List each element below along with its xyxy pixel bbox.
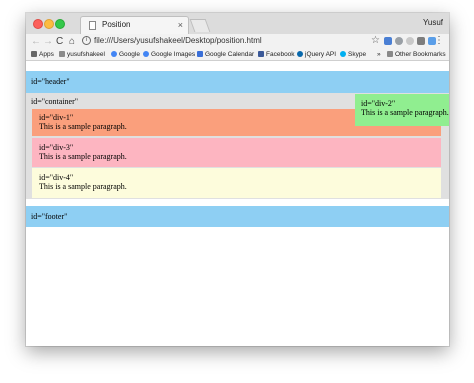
bookmark-jquery-api[interactable]: jQuery API	[297, 50, 336, 59]
div-2-block: id="div-2" This is a sample paragraph.	[355, 94, 449, 126]
minimize-window-button[interactable]	[44, 19, 54, 29]
bookmark-label: Google Calendar	[205, 51, 255, 58]
home-icon[interactable]: ⌂	[69, 35, 75, 48]
folder-icon	[387, 51, 393, 57]
bookmark-label: Google Images	[151, 51, 196, 58]
address-url[interactable]: file:///Users/yusufshakeel/Desktop/posit…	[94, 35, 262, 47]
browser-window: Position × Yusuf ← → C ⌂ i file:///Users…	[26, 13, 449, 346]
page-viewport: id="header" id="container" id="div-1" Th…	[26, 61, 449, 346]
bookmark-star-icon[interactable]: ☆	[371, 34, 380, 47]
bookmark-google[interactable]: Google	[111, 50, 140, 59]
skype-icon	[340, 51, 346, 57]
bookmarks-overflow-button[interactable]: »	[377, 50, 381, 59]
bookmark-facebook[interactable]: Facebook	[258, 50, 295, 59]
calendar-icon	[197, 51, 203, 57]
extension-icon[interactable]	[406, 37, 414, 45]
div-3-paragraph: This is a sample paragraph.	[39, 152, 127, 161]
bookmark-label: Other Bookmarks	[395, 51, 446, 58]
tab-position[interactable]: Position ×	[80, 16, 189, 34]
footer-block: id="footer"	[26, 206, 449, 227]
profile-name[interactable]: Yusuf	[423, 18, 443, 27]
header-block: id="header"	[26, 71, 449, 93]
extension-icon[interactable]	[395, 37, 403, 45]
back-arrow-icon[interactable]: ←	[31, 35, 41, 48]
container-label: id="container"	[31, 97, 79, 106]
bookmark-skype[interactable]: Skype	[340, 50, 366, 59]
google-icon	[111, 51, 117, 57]
bookmark-label: jQuery API	[305, 51, 337, 58]
extension-icon[interactable]	[384, 37, 392, 45]
facebook-icon	[258, 51, 264, 57]
new-tab-button[interactable]	[189, 19, 211, 32]
jquery-icon	[297, 51, 303, 57]
chrome-menu-icon[interactable]: ⋮	[434, 34, 444, 47]
div-3-block: id="div-3" This is a sample paragraph.	[32, 138, 441, 167]
bookmark-google-calendar[interactable]: Google Calendar	[197, 50, 254, 59]
folder-icon	[59, 51, 65, 57]
apps-grid-icon	[31, 51, 37, 57]
bookmark-google-images[interactable]: Google Images	[143, 50, 195, 59]
tab-close-icon[interactable]: ×	[178, 19, 183, 31]
bookmark-apps[interactable]: Apps	[31, 50, 54, 59]
bookmarks-bar: Apps yusufshakeel Google Google Images G…	[26, 49, 449, 61]
tab-strip: Position × Yusuf	[26, 13, 449, 35]
div-1-paragraph: This is a sample paragraph.	[39, 122, 127, 131]
bookmark-yusufshakeel[interactable]: yusufshakeel	[59, 50, 105, 59]
reload-icon[interactable]: C	[56, 35, 63, 48]
bookmark-label: Skype	[348, 51, 367, 58]
page-icon	[89, 21, 96, 30]
forward-arrow-icon[interactable]: →	[43, 35, 53, 48]
close-window-button[interactable]	[33, 19, 43, 29]
google-icon	[143, 51, 149, 57]
browser-toolbar: ← → C ⌂ i file:///Users/yusufshakeel/Des…	[26, 34, 449, 49]
bookmark-label: Google	[119, 51, 140, 58]
bookmark-other-bookmarks[interactable]: Other Bookmarks	[387, 50, 446, 59]
footer-label: id="footer"	[31, 212, 68, 221]
div-2-paragraph: This is a sample paragraph.	[361, 108, 449, 117]
extension-icon[interactable]	[417, 37, 425, 45]
div-4-block: id="div-4" This is a sample paragraph.	[32, 168, 441, 198]
address-bar[interactable]: i file:///Users/yusufshakeel/Desktop/pos…	[80, 35, 380, 47]
tab-title: Position	[102, 20, 131, 29]
div-4-paragraph: This is a sample paragraph.	[39, 182, 127, 191]
bookmark-label: yusufshakeel	[67, 51, 105, 58]
header-label: id="header"	[31, 77, 70, 86]
page-info-icon[interactable]: i	[82, 36, 91, 45]
bookmark-label: Facebook	[266, 51, 295, 58]
zoom-window-button[interactable]	[55, 19, 65, 29]
bookmark-label: Apps	[39, 51, 54, 58]
